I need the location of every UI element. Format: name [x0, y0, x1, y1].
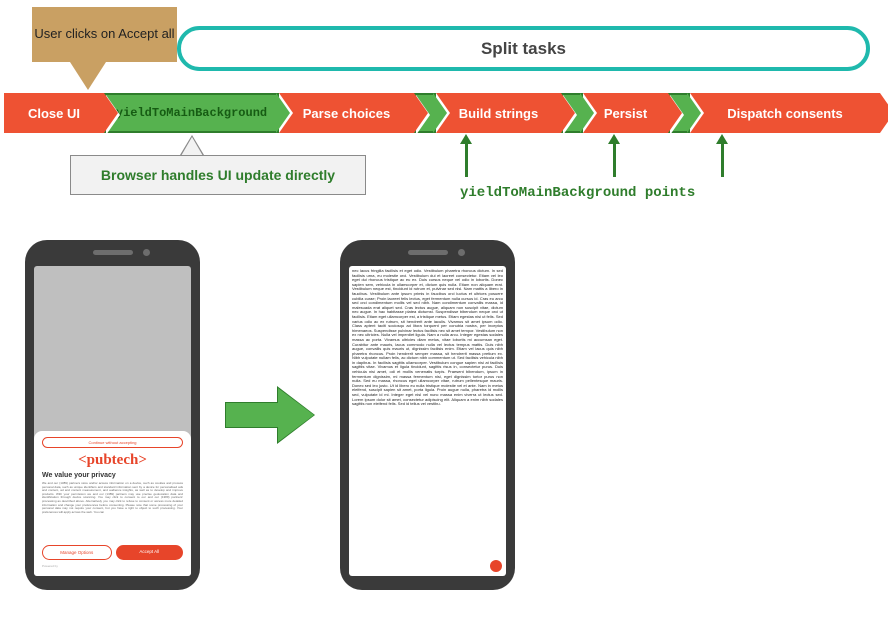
phone-before: Continue without accepting <pubtech> We … — [25, 240, 200, 590]
phone-after-screen: nec lacus fringilla facilisis et eget od… — [349, 266, 506, 576]
cmp-buttons: Manage Options Accept All — [42, 545, 183, 560]
task-chevron-bar: Close UI yieldToMainBackground Parse cho… — [4, 93, 880, 133]
cmp-title: We value your privacy — [42, 472, 183, 479]
transition-arrow — [225, 390, 315, 440]
phone-after: nec lacus fringilla facilisis et eget od… — [340, 240, 515, 590]
yield-arrow-3 — [721, 143, 724, 177]
task-persist: Persist — [583, 93, 668, 133]
browser-hint-box: Browser handles UI update directly — [70, 155, 366, 195]
lorem-content: nec lacus fringilla facilisis et eget od… — [352, 268, 503, 406]
task-dispatch-label: Dispatch consents — [727, 106, 843, 121]
task-persist-label: Persist — [604, 106, 647, 121]
task-build-strings: Build strings — [436, 93, 561, 133]
accept-all-button[interactable]: Accept All — [116, 545, 184, 560]
task-dispatch-consents: Dispatch consents — [690, 93, 880, 133]
callout-text: User clicks on Accept all — [34, 26, 174, 43]
task-parse-choices: Parse choices — [279, 93, 414, 133]
task-close-ui: Close UI — [4, 93, 104, 133]
callout-tail — [70, 62, 106, 90]
phones-row: Continue without accepting <pubtech> We … — [25, 240, 515, 590]
consent-dialog: Continue without accepting <pubtech> We … — [34, 431, 191, 576]
powered-by-label: Powered by — [42, 564, 183, 568]
phone-before-screen: Continue without accepting <pubtech> We … — [34, 266, 191, 576]
floating-action-button[interactable] — [490, 560, 502, 572]
continue-without-accepting[interactable]: Continue without accepting — [42, 437, 183, 448]
pubtech-logo: <pubtech> — [42, 452, 183, 469]
arrow-head — [278, 388, 314, 442]
task-build-label: Build strings — [459, 106, 538, 121]
split-tasks-label: Split tasks — [481, 39, 566, 59]
yield-points-label: yieldToMainBackground points — [460, 185, 695, 201]
yield-arrow-2 — [613, 143, 616, 177]
phone-camera-dot — [458, 249, 465, 256]
yield-arrow-1 — [465, 143, 468, 177]
phone-speaker — [408, 250, 448, 255]
arrow-stem — [225, 402, 279, 428]
hint-tail — [181, 137, 203, 156]
user-click-callout: User clicks on Accept all — [32, 7, 177, 62]
task-yield-main-bg-label: yieldToMainBackground — [116, 106, 267, 120]
cmp-body-text: We and our (1389) partners store and/or … — [42, 482, 183, 540]
browser-hint-text: Browser handles UI update directly — [101, 167, 335, 183]
task-yield-main-bg: yieldToMainBackground — [104, 93, 279, 133]
task-parse-label: Parse choices — [303, 106, 390, 121]
manage-options-button[interactable]: Manage Options — [42, 545, 112, 560]
task-close-ui-label: Close UI — [28, 106, 80, 121]
phone-speaker — [93, 250, 133, 255]
split-tasks-pill: Split tasks — [177, 26, 870, 71]
phone-camera-dot — [143, 249, 150, 256]
